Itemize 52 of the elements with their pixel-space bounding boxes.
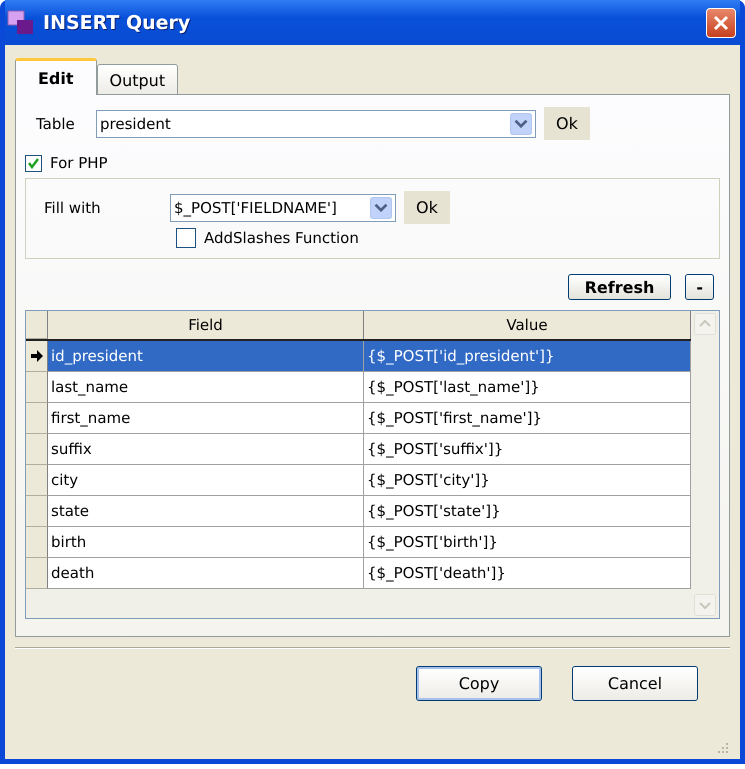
- table-cell: city: [48, 465, 364, 496]
- close-button[interactable]: [706, 8, 736, 38]
- dropdown-icon[interactable]: [509, 112, 533, 134]
- table-cell: id_president: [48, 341, 364, 372]
- table-cell: {$_POST['state']}: [364, 496, 691, 527]
- table-cell: last_name: [48, 372, 364, 403]
- table-dropdown[interactable]: president: [96, 110, 536, 138]
- table-cell: state: [48, 496, 364, 527]
- grid-row[interactable]: first_name {$_POST['first_name']}: [26, 403, 691, 434]
- table-cell: {$_POST['city']}: [364, 465, 691, 496]
- column-header[interactable]: Value: [364, 311, 691, 339]
- grid-row[interactable]: last_name {$_POST['last_name']}: [26, 372, 691, 403]
- checkbox[interactable]: [176, 228, 196, 248]
- fill-with-label: Fill with: [44, 198, 102, 216]
- grid-row[interactable]: city {$_POST['city']}: [26, 465, 691, 496]
- checkbox-label: For PHP: [50, 154, 108, 172]
- remove-button[interactable]: -: [685, 274, 714, 300]
- tab[interactable]: Output: [96, 64, 178, 94]
- grid-row[interactable]: death {$_POST['death']}: [26, 558, 691, 589]
- table-label: Table: [36, 114, 76, 132]
- close-icon: [712, 14, 730, 32]
- table-cell: {$_POST['suffix']}: [364, 434, 691, 465]
- corner-header: [26, 311, 48, 339]
- grid-row[interactable]: suffix {$_POST['suffix']}: [26, 434, 691, 465]
- copy-button[interactable]: Copy: [416, 666, 542, 701]
- row-header[interactable]: [26, 341, 48, 372]
- table-cell: {$_POST['death']}: [364, 558, 691, 589]
- current-row-icon: [30, 349, 44, 363]
- table-cell: {$_POST['id_president']}: [364, 341, 691, 372]
- table-cell: {$_POST['last_name']}: [364, 372, 691, 403]
- table-cell: death: [48, 558, 364, 589]
- ok-button[interactable]: Ok: [544, 107, 590, 140]
- checkbox-label: AddSlashes Function: [204, 229, 359, 247]
- column-header[interactable]: Field: [48, 311, 364, 339]
- resize-grip-icon[interactable]: [716, 741, 730, 755]
- table-cell: {$_POST['birth']}: [364, 527, 691, 558]
- fill-with-dropdown[interactable]: $_POST['FIELDNAME']: [170, 194, 396, 222]
- grid-row[interactable]: state {$_POST['state']}: [26, 496, 691, 527]
- dropdown-icon[interactable]: [369, 196, 393, 218]
- table-cell: suffix: [48, 434, 364, 465]
- tab[interactable]: Edit: [15, 58, 97, 95]
- window-title: INSERT Query: [43, 12, 192, 34]
- grid-row[interactable]: birth {$_POST['birth']}: [26, 527, 691, 558]
- app-icon: [7, 10, 35, 36]
- ok-button[interactable]: Ok: [404, 191, 450, 224]
- table-cell: first_name: [48, 403, 364, 434]
- table-cell: {$_POST['first_name']}: [364, 403, 691, 434]
- grid-row[interactable]: id_president {$_POST['id_president']}: [26, 341, 691, 372]
- checkbox[interactable]: [25, 154, 42, 172]
- refresh-button[interactable]: Refresh: [568, 274, 672, 300]
- cancel-button[interactable]: Cancel: [572, 666, 698, 701]
- table-cell: birth: [48, 527, 364, 558]
